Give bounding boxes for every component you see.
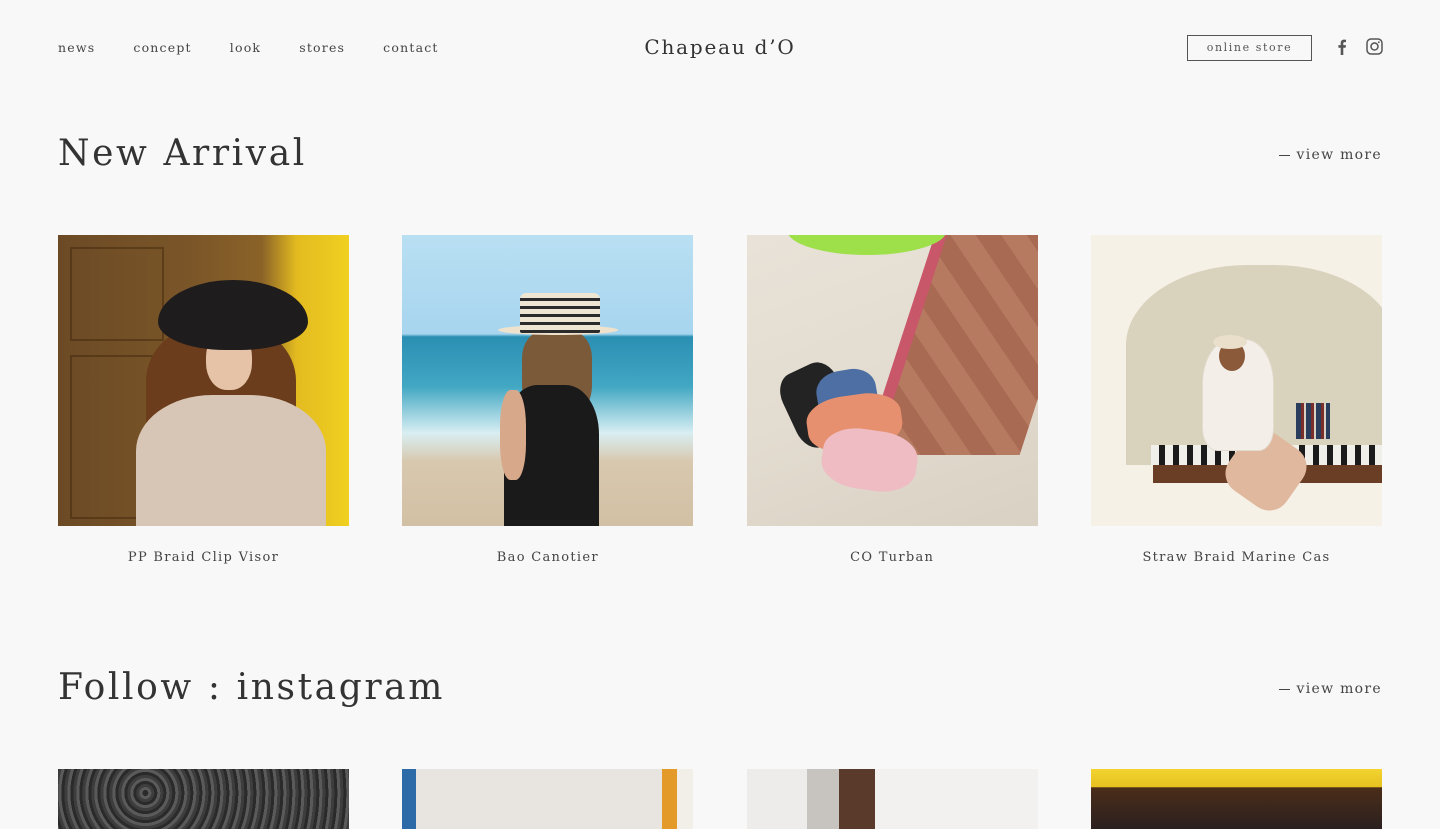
instagram-grid — [58, 769, 1382, 829]
product-name[interactable]: Bao Canotier — [402, 549, 693, 567]
product-image[interactable] — [746, 235, 1038, 526]
product-image[interactable] — [58, 235, 349, 526]
product-card[interactable]: CO Turban — [746, 235, 1038, 567]
product-grid: PP Braid Clip Visor Bao Canotier CO Turb… — [58, 235, 1382, 567]
product-card[interactable]: Bao Canotier — [402, 235, 694, 567]
site-header: news concept look stores contact Chapeau… — [0, 0, 1440, 96]
online-store-button[interactable]: online store — [1187, 35, 1312, 61]
new-arrival-title: New Arrival — [58, 133, 307, 174]
dash-icon — [1278, 154, 1290, 156]
instagram-post[interactable] — [1090, 769, 1382, 829]
instagram-icon[interactable] — [1366, 38, 1383, 55]
instagram-post[interactable] — [58, 769, 349, 829]
instagram-post[interactable] — [402, 769, 694, 829]
product-image[interactable] — [1090, 235, 1382, 526]
product-card[interactable]: Straw Braid Marine Cas — [1090, 235, 1382, 567]
product-card[interactable]: PP Braid Clip Visor — [58, 235, 349, 567]
product-image[interactable] — [402, 235, 694, 526]
instagram-title: Follow : instagram — [58, 667, 445, 708]
product-name[interactable]: Straw Braid Marine Cas — [1091, 549, 1382, 567]
product-name[interactable]: CO Turban — [747, 549, 1038, 567]
instagram-view-more-link[interactable]: view more — [1278, 680, 1383, 698]
instagram-post[interactable] — [746, 769, 1038, 829]
dash-icon — [1278, 688, 1290, 690]
product-name[interactable]: PP Braid Clip Visor — [58, 549, 349, 567]
new-arrival-view-more-link[interactable]: view more — [1278, 146, 1383, 164]
view-more-label: view more — [1296, 681, 1382, 697]
view-more-label: view more — [1296, 147, 1382, 163]
facebook-icon[interactable] — [1334, 38, 1350, 56]
